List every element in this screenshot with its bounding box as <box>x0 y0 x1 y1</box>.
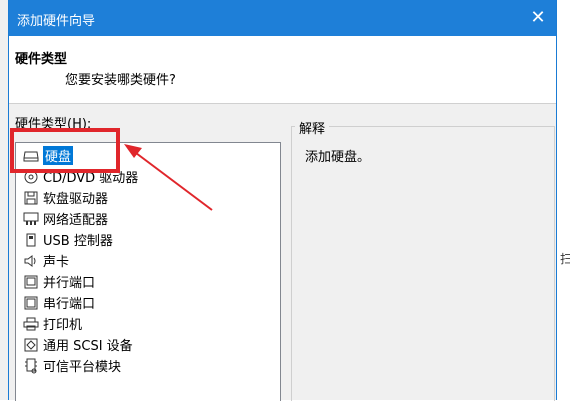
annotation-arrow <box>124 144 213 211</box>
